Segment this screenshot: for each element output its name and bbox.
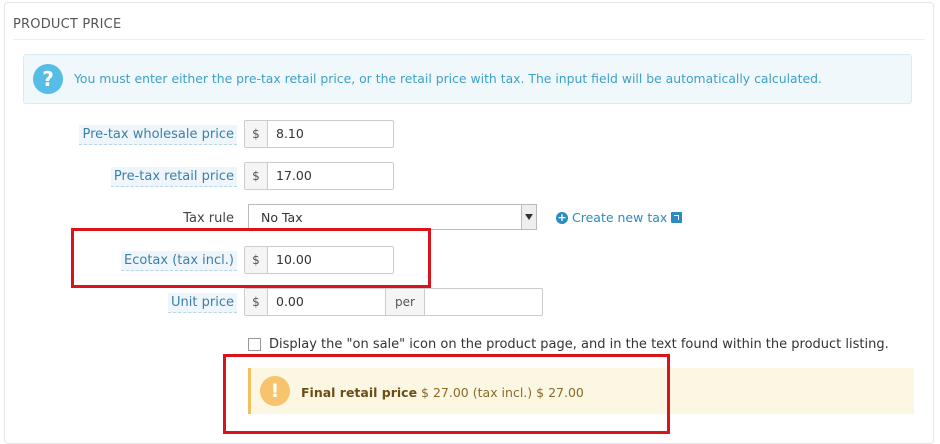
question-icon: ? xyxy=(33,64,63,94)
info-text: You must enter either the pre-tax retail… xyxy=(74,71,822,86)
retail-price-input[interactable]: 17.00 xyxy=(268,163,393,189)
plus-circle-icon: + xyxy=(556,210,568,224)
wholesale-price-label: Pre-tax wholesale price xyxy=(79,125,237,145)
currency-addon: $ xyxy=(245,163,268,189)
tax-rule-value: No Tax xyxy=(261,210,303,225)
unit-price-group: $ 0.00 per xyxy=(244,288,543,316)
currency-addon: $ xyxy=(245,121,268,147)
wholesale-price-input[interactable]: 8.10 xyxy=(268,121,393,147)
retail-price-group: $ 17.00 xyxy=(244,162,394,190)
on-sale-row[interactable]: Display the "on sale" icon on the produc… xyxy=(248,337,889,352)
create-new-tax-link[interactable]: + Create new tax xyxy=(556,210,683,225)
highlight-box-final-price xyxy=(223,354,670,434)
wholesale-price-group: $ 8.10 xyxy=(244,120,394,148)
highlight-box-ecotax xyxy=(71,228,431,288)
create-new-tax-label: Create new tax xyxy=(572,210,668,225)
on-sale-label[interactable]: Display the "on sale" icon on the produc… xyxy=(269,337,889,352)
external-link-icon xyxy=(671,212,683,223)
currency-addon: $ xyxy=(245,289,268,315)
title-divider xyxy=(13,39,925,40)
per-addon: per xyxy=(385,289,425,315)
unit-input[interactable] xyxy=(425,289,542,315)
dropdown-arrow-icon[interactable] xyxy=(521,205,536,229)
retail-price-label: Pre-tax retail price xyxy=(110,167,237,187)
section-title: PRODUCT PRICE xyxy=(13,17,122,32)
unit-price-input[interactable]: 0.00 xyxy=(268,289,385,315)
unit-price-label: Unit price xyxy=(168,293,237,313)
on-sale-checkbox[interactable] xyxy=(248,338,261,351)
info-alert: ? You must enter either the pre-tax reta… xyxy=(23,54,912,104)
tax-rule-label: Tax rule xyxy=(183,211,234,226)
tax-rule-select[interactable]: No Tax xyxy=(248,204,537,230)
